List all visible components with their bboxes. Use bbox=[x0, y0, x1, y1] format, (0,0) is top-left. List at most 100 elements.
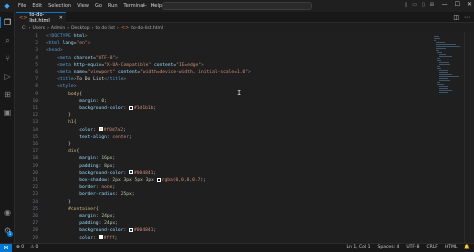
code-line[interactable]: 5 <meta http-equiv="X-UA-Compatible" con… bbox=[16, 62, 436, 69]
code-line[interactable]: 28 background-color: #004841; bbox=[16, 227, 436, 234]
language-mode[interactable]: HTML bbox=[445, 245, 458, 250]
code-token: #fff bbox=[103, 235, 115, 241]
code-token: "width=device-width, initial-scale=1.0" bbox=[140, 70, 249, 75]
color-swatch[interactable] bbox=[129, 227, 134, 232]
code-token: { bbox=[76, 149, 80, 155]
code-line[interactable]: 16 } bbox=[16, 141, 436, 148]
code-line[interactable]: 3 <head> bbox=[16, 47, 436, 54]
color-swatch[interactable] bbox=[98, 127, 103, 132]
code-line[interactable]: 12 } bbox=[16, 112, 436, 119]
account-icon[interactable]: ◉ bbox=[3, 208, 12, 217]
breadcrumb-item[interactable]: to-do-list.html bbox=[131, 26, 163, 31]
color-swatch[interactable] bbox=[129, 105, 134, 110]
code-line[interactable]: 24 } bbox=[16, 199, 436, 206]
run-debug-icon[interactable]: ▷ bbox=[3, 72, 12, 81]
encoding[interactable]: UTF-8 bbox=[406, 245, 419, 250]
code-text: <title>To Do List</title> bbox=[46, 76, 126, 83]
breadcrumb-item[interactable]: Desktop bbox=[71, 26, 90, 31]
source-control-icon[interactable]: ⑂ bbox=[3, 54, 12, 63]
code-line[interactable]: 15 text-align: center; bbox=[16, 134, 436, 141]
explorer-icon[interactable]: ❐ bbox=[3, 18, 12, 27]
code-text: } bbox=[46, 141, 71, 148]
code-line[interactable]: 9 body{ bbox=[16, 91, 436, 98]
manage-badge: 1 bbox=[7, 231, 13, 237]
code-line[interactable]: 29 color: #fff; bbox=[16, 235, 436, 242]
code-line[interactable]: 2 <html lang="en"> bbox=[16, 40, 436, 47]
close-tab-icon[interactable]: ✕ bbox=[59, 15, 63, 21]
code-token: head bbox=[48, 48, 60, 54]
code-token: html bbox=[70, 34, 85, 39]
code-line[interactable]: 13 h1{ bbox=[16, 119, 436, 126]
tab-to-do-list-html[interactable]: <> to-do-list.html ✕ bbox=[16, 12, 66, 24]
code-line[interactable]: 25 #container{ bbox=[16, 206, 436, 213]
breadcrumb-item[interactable]: Users bbox=[32, 26, 45, 31]
code-token: html bbox=[48, 41, 60, 47]
split-editor-icon[interactable]: ◫ bbox=[453, 14, 459, 21]
maximize-button[interactable]: ☐ bbox=[455, 1, 460, 8]
end-of-line[interactable]: CRLF bbox=[426, 245, 437, 250]
code-line[interactable]: 22 border: none; bbox=[16, 184, 436, 191]
menu-run[interactable]: Run bbox=[105, 3, 121, 9]
menu-file[interactable]: File bbox=[15, 3, 29, 9]
code-line[interactable]: 21 box-shadow: 2px 3px 5px 3px rgba(0,0,… bbox=[16, 177, 436, 184]
toggle-sidebar-icon[interactable]: ▯ bbox=[405, 2, 408, 8]
code-line[interactable]: 11 background-color: #1d1b1b; bbox=[16, 105, 436, 112]
minimap-line bbox=[438, 92, 448, 93]
search-icon[interactable]: ⌕ bbox=[3, 36, 12, 45]
color-swatch[interactable] bbox=[98, 235, 103, 240]
code-token: ; bbox=[153, 106, 157, 111]
vertical-scrollbar[interactable] bbox=[464, 32, 472, 243]
command-search-box[interactable] bbox=[162, 2, 312, 10]
menu-edit[interactable]: Edit bbox=[29, 3, 45, 9]
breadcrumb-item[interactable]: C: bbox=[22, 26, 27, 31]
close-window-button[interactable]: ✕ bbox=[467, 1, 472, 8]
minimap[interactable] bbox=[434, 32, 460, 243]
code-line[interactable]: 19 padding: 8px; bbox=[16, 163, 436, 170]
html-file-icon: <> bbox=[120, 25, 130, 31]
code-line[interactable]: 17 div{ bbox=[16, 148, 436, 155]
line-number: 3 bbox=[35, 48, 38, 54]
code-token: ; bbox=[104, 98, 107, 104]
code-line[interactable]: 4 <meta charset="UTF-8"> bbox=[16, 55, 436, 62]
more-actions-icon[interactable]: ⋯ bbox=[464, 14, 470, 21]
menu-go[interactable]: Go bbox=[92, 3, 105, 9]
minimize-button[interactable]: — bbox=[442, 1, 448, 8]
remote-explorer-icon[interactable]: ▣ bbox=[3, 108, 12, 117]
code-line[interactable]: 1 <!DOCTYPE html> bbox=[16, 33, 436, 40]
code-token: title bbox=[59, 77, 74, 83]
code-line[interactable]: 10 margin: 0; bbox=[16, 98, 436, 105]
menu-selection[interactable]: Selection bbox=[45, 3, 74, 9]
code-editor[interactable]: 1 <!DOCTYPE html> 2 <html lang="en"> 3 <head>… bbox=[16, 32, 474, 243]
status-bar: ⋈ ⊗ 0 ⚠ 0 Ln 1, Col 1 Spaces: 4 UTF-8 CR… bbox=[0, 243, 474, 252]
toggle-secondary-sidebar-icon[interactable]: ▯ bbox=[422, 2, 425, 8]
back-arrow-icon[interactable]: ← bbox=[142, 2, 147, 9]
color-swatch[interactable] bbox=[156, 177, 161, 182]
code-token: lang bbox=[59, 41, 74, 47]
extensions-icon[interactable]: ⊞ bbox=[3, 90, 12, 99]
code-line[interactable]: 27 padding: 24px; bbox=[16, 220, 436, 227]
indentation[interactable]: Spaces: 4 bbox=[377, 245, 399, 250]
errors-count[interactable]: ⊗ 0 bbox=[16, 245, 24, 250]
toggle-panel-icon[interactable]: ▭ bbox=[412, 2, 417, 8]
code-text: body{ bbox=[46, 91, 82, 98]
customize-layout-icon[interactable]: ⊞ bbox=[430, 2, 434, 8]
notifications-bell-icon[interactable]: 🔔 bbox=[464, 245, 470, 250]
code-line[interactable]: 23 border-radius: 25px; bbox=[16, 191, 436, 198]
code-token: padding bbox=[79, 221, 99, 227]
warnings-count[interactable]: ⚠ 0 bbox=[30, 245, 38, 250]
code-line[interactable]: 20 background-color: #004841; bbox=[16, 170, 436, 177]
menu-view[interactable]: View bbox=[74, 3, 92, 9]
remote-icon[interactable]: ⋈ bbox=[0, 244, 12, 252]
code-line[interactable]: 6 <meta name="viewport" content="width=d… bbox=[16, 69, 436, 76]
code-line[interactable]: 18 margin: 16px; bbox=[16, 155, 436, 162]
color-swatch[interactable] bbox=[129, 170, 134, 175]
code-line[interactable]: 8 <style> bbox=[16, 83, 436, 90]
code-line[interactable]: 14 color: #f0d7a2; bbox=[16, 127, 436, 134]
breadcrumb-item[interactable]: to do list bbox=[95, 26, 115, 31]
code-text: color: #fff; bbox=[46, 235, 117, 242]
code-line[interactable]: 7 <title>To Do List</title> bbox=[16, 76, 436, 83]
breadcrumb-item[interactable]: Admin bbox=[51, 26, 65, 31]
forward-arrow-icon[interactable]: → bbox=[151, 2, 156, 9]
cursor-position[interactable]: Ln 1, Col 1 bbox=[347, 245, 371, 250]
code-line[interactable]: 26 margin: 24px; bbox=[16, 213, 436, 220]
